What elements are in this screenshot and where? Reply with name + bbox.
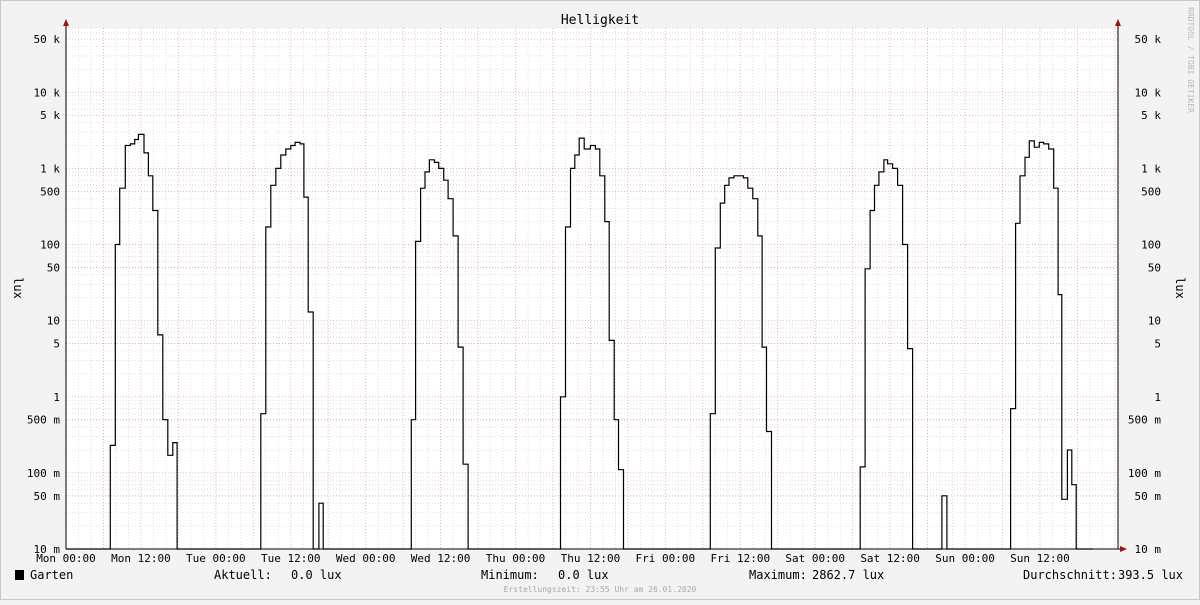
y-tick-label-right: 5 [1154, 338, 1161, 351]
y-tick-label-left: 100 [40, 239, 60, 252]
y-tick-label-right: 1 [1154, 391, 1161, 404]
x-tick-label: Mon 00:00 [36, 552, 96, 565]
x-tick-label: Sun 00:00 [935, 552, 995, 565]
x-tick-label: Sun 12:00 [1010, 552, 1070, 565]
y-tick-label-left: 1 k [40, 162, 60, 175]
x-tick-label: Wed 00:00 [336, 552, 396, 565]
y-tick-label-right: 1 k [1141, 162, 1161, 175]
legend-minimum-value: 0.0 lux [558, 568, 609, 582]
y-axis-label-right: lux [1173, 277, 1187, 299]
x-tick-label: Sat 12:00 [860, 552, 920, 565]
legend-minimum-label: Minimum: [481, 568, 539, 582]
y-axis-label-left: lux [11, 277, 25, 299]
y-tick-label-right: 50 [1148, 261, 1161, 274]
x-tick-label: Tue 00:00 [186, 552, 246, 565]
x-tick-label: Tue 12:00 [261, 552, 321, 565]
y-tick-label-left: 1 [53, 391, 60, 404]
legend-durchschnitt-value: 393.5 lux [1118, 568, 1183, 582]
y-tick-label-right: 10 m [1135, 543, 1162, 556]
x-tick-label: Mon 12:00 [111, 552, 171, 565]
y-tick-label-right: 50 k [1135, 33, 1162, 46]
x-tick-label: Sat 00:00 [785, 552, 845, 565]
y-tick-label-left: 10 k [34, 86, 61, 99]
legend-series-name: Garten [30, 568, 73, 582]
x-tick-label: Thu 00:00 [486, 552, 546, 565]
y-tick-label-right: 100 m [1128, 467, 1161, 480]
y-tick-label-left: 100 m [27, 467, 60, 480]
y-tick-label-left: 50 m [34, 490, 61, 503]
y-tick-label-left: 10 [47, 315, 60, 328]
footer-timestamp: Erstellungszeit: 23:55 Uhr am 26.01.2020 [504, 585, 697, 594]
legend-maximum-value: 2862.7 lux [812, 568, 884, 582]
watermark: RRDTOOL / TOBI OETIKER [1186, 7, 1195, 113]
y-tick-label-right: 10 [1148, 315, 1161, 328]
y-tick-label-right: 10 k [1135, 86, 1162, 99]
y-tick-label-right: 100 [1141, 239, 1161, 252]
legend-durchschnitt-label: Durchschnitt: [1023, 568, 1117, 582]
y-tick-label-left: 500 m [27, 414, 60, 427]
y-tick-label-left: 50 [47, 261, 60, 274]
plot-area [66, 28, 1118, 549]
x-tick-label: Thu 12:00 [561, 552, 621, 565]
chart-svg: 10 m 10 m50 m 50 m100 m 100 m500 m 500 m1 15 5… [0, 0, 1200, 600]
y-tick-label-right: 50 m [1135, 490, 1162, 503]
y-tick-label-left: 5 k [40, 109, 60, 122]
y-tick-label-left: 50 k [34, 33, 61, 46]
y-tick-label-left: 500 [40, 185, 60, 198]
chart-root: 10 m 10 m 50 m 50 m 100 m 100 m 500 m 500 m1155… [0, 0, 1200, 600]
x-tick-label: Fri 00:00 [636, 552, 696, 565]
legend-swatch-garten [15, 570, 24, 580]
y-tick-label-left: 5 [53, 338, 60, 351]
legend-aktuell-label: Aktuell: [214, 568, 272, 582]
x-tick-label: Fri 12:00 [710, 552, 770, 565]
legend-maximum-label: Maximum: [749, 568, 807, 582]
y-tick-label-right: 5 k [1141, 109, 1161, 122]
legend-aktuell-value: 0.0 lux [291, 568, 342, 582]
y-tick-label-right: 500 [1141, 185, 1161, 198]
x-tick-label: Wed 12:00 [411, 552, 471, 565]
y-tick-label-right: 500 m [1128, 414, 1161, 427]
chart-title: Helligkeit [561, 13, 639, 28]
